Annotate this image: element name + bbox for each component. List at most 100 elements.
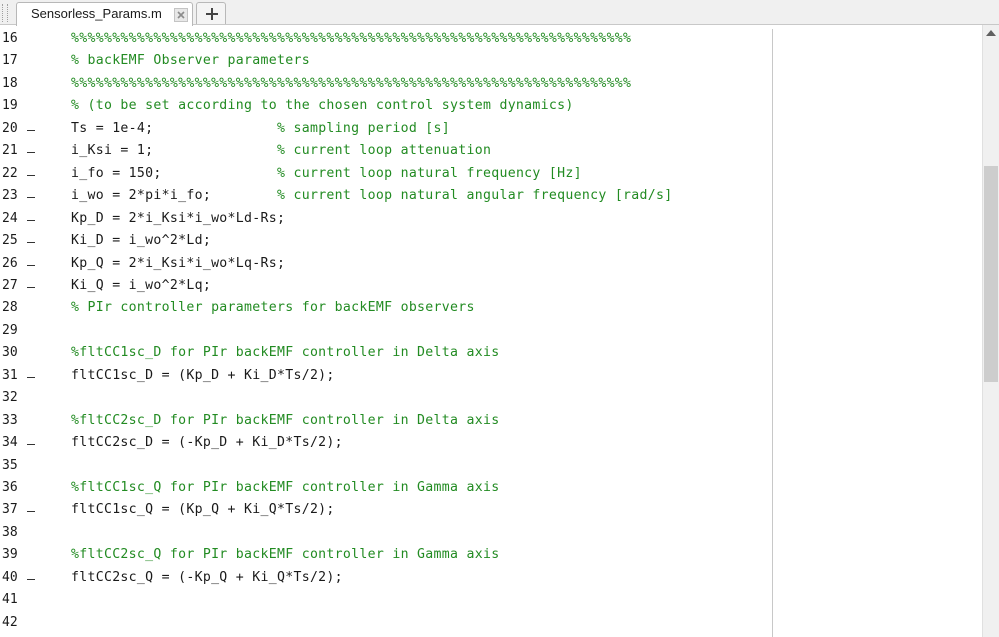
line-code[interactable]: i_fo = 150; % current loop natural frequ…	[71, 166, 582, 181]
line-number: 28	[2, 300, 18, 316]
line-code[interactable]: %%%%%%%%%%%%%%%%%%%%%%%%%%%%%%%%%%%%%%%%…	[71, 31, 631, 46]
tab-bar-grip[interactable]	[2, 4, 8, 22]
line-number: 21	[2, 143, 18, 159]
code-line[interactable]: 37 fltCC1sc_Q = (Kp_Q + Ki_Q*Ts/2);	[0, 500, 982, 522]
line-code[interactable]: % PIr controller parameters for backEMF …	[71, 300, 475, 315]
line-code[interactable]: fltCC1sc_D = (Kp_D + Ki_D*Ts/2);	[71, 368, 335, 383]
code-comment: %%%%%%%%%%%%%%%%%%%%%%%%%%%%%%%%%%%%%%%%…	[71, 75, 632, 91]
line-number: 24	[2, 210, 18, 226]
breakpoint-dash-marker[interactable]	[27, 578, 35, 580]
code-line[interactable]: 35	[0, 456, 982, 478]
line-code[interactable]: fltCC2sc_Q = (-Kp_Q + Ki_Q*Ts/2);	[71, 570, 343, 585]
line-number: 25	[2, 233, 18, 249]
line-code[interactable]: fltCC1sc_Q = (Kp_Q + Ki_Q*Ts/2);	[71, 502, 335, 517]
line-number: 41	[2, 592, 18, 608]
code-line[interactable]: 17 % backEMF Observer parameters	[0, 51, 982, 73]
line-number: 23	[2, 188, 18, 204]
tab-sensorless-params[interactable]: Sensorless_Params.m	[16, 2, 193, 26]
breakpoint-dash-marker[interactable]	[27, 444, 35, 446]
code-line[interactable]: 40 fltCC2sc_Q = (-Kp_Q + Ki_Q*Ts/2);	[0, 568, 982, 590]
line-number: 22	[2, 165, 18, 181]
breakpoint-dash-marker[interactable]	[27, 286, 35, 288]
code-line[interactable]: 18%%%%%%%%%%%%%%%%%%%%%%%%%%%%%%%%%%%%%%…	[0, 74, 982, 96]
line-number: 29	[2, 322, 18, 338]
scrollbar-thumb[interactable]	[984, 166, 998, 382]
breakpoint-dash-marker[interactable]	[27, 264, 35, 266]
line-code[interactable]: i_wo = 2*pi*i_fo; % current loop natural…	[71, 188, 673, 203]
vertical-scrollbar[interactable]	[982, 25, 999, 637]
code-line[interactable]: 30 %fltCC1sc_D for PIr backEMF controller…	[0, 343, 982, 365]
code-line[interactable]: 20 Ts = 1e-4; % sampling period [s]	[0, 119, 982, 141]
line-code[interactable]: % (to be set according to the chosen con…	[71, 98, 574, 113]
code-line[interactable]: 34 fltCC2sc_D = (-Kp_D + Ki_D*Ts/2);	[0, 433, 982, 455]
plus-icon	[206, 8, 218, 20]
code-line[interactable]: 39 %fltCC2sc_Q for PIr backEMF controller…	[0, 545, 982, 567]
line-code[interactable]: %%%%%%%%%%%%%%%%%%%%%%%%%%%%%%%%%%%%%%%%…	[71, 76, 631, 91]
code-line[interactable]: 21 i_Ksi = 1; % current loop attenuation	[0, 141, 982, 163]
code-line[interactable]: 23 i_wo = 2*pi*i_fo; % current loop natur…	[0, 186, 982, 208]
code-line[interactable]: 38	[0, 523, 982, 545]
line-number: 36	[2, 480, 18, 495]
code-statement: i_wo = 2*pi*i_fo;	[71, 188, 277, 204]
code-comment: % current loop natural frequency [Hz]	[277, 165, 582, 181]
code-statement: i_Ksi = 1;	[71, 143, 277, 159]
line-code[interactable]: %fltCC1sc_D for PIr backEMF controller i…	[71, 345, 499, 360]
breakpoint-dash-marker[interactable]	[27, 152, 35, 154]
arrow-up-icon	[986, 30, 996, 36]
line-number: 32	[2, 390, 18, 406]
line-code[interactable]: %fltCC2sc_D for PIr backEMF controller i…	[71, 413, 499, 428]
code-comment: % current loop natural angular frequency…	[277, 188, 673, 204]
code-line[interactable]: 31 fltCC1sc_D = (Kp_D + Ki_D*Ts/2);	[0, 366, 982, 388]
scroll-up-button[interactable]	[983, 25, 999, 41]
right-text-margin-line	[772, 29, 773, 637]
line-number: 33	[2, 412, 18, 428]
code-statement: fltCC1sc_D = (Kp_D + Ki_D*Ts/2);	[71, 367, 335, 383]
breakpoint-dash-marker[interactable]	[27, 511, 35, 513]
code-statement: fltCC1sc_Q = (Kp_Q + Ki_Q*Ts/2);	[71, 502, 335, 518]
code-line[interactable]: 32	[0, 388, 982, 410]
line-code[interactable]: Ki_Q = i_wo^2*Lq;	[71, 278, 211, 293]
line-number: 27	[2, 277, 18, 293]
code-line[interactable]: 28 % PIr controller parameters for backEM…	[0, 298, 982, 320]
code-comment: %fltCC2sc_Q for PIr backEMF controller i…	[71, 547, 500, 563]
breakpoint-dash-marker[interactable]	[27, 129, 35, 131]
breakpoint-dash-marker[interactable]	[27, 197, 35, 199]
line-code[interactable]: %fltCC1sc_Q for PIr backEMF controller i…	[71, 480, 499, 495]
code-line[interactable]: 19 % (to be set according to the chosen c…	[0, 96, 982, 118]
line-code[interactable]: i_Ksi = 1; % current loop attenuation	[71, 143, 491, 158]
code-comment: %fltCC2sc_D for PIr backEMF controller i…	[71, 412, 500, 428]
code-line[interactable]: 36 %fltCC1sc_Q for PIr backEMF controller…	[0, 478, 982, 500]
breakpoint-dash-marker[interactable]	[27, 242, 35, 244]
code-line[interactable]: 26 Kp_Q = 2*i_Ksi*i_wo*Lq-Rs;	[0, 254, 982, 276]
line-code[interactable]: Kp_D = 2*i_Ksi*i_wo*Ld-Rs;	[71, 211, 285, 226]
code-statement: i_fo = 150;	[71, 165, 277, 181]
code-statement: Kp_Q = 2*i_Ksi*i_wo*Lq-Rs;	[71, 255, 286, 271]
code-comment: %fltCC1sc_Q for PIr backEMF controller i…	[71, 480, 500, 495]
matlab-editor-window: Sensorless_Params.m 16%%%%%%%%%%%%%%%%%%…	[0, 0, 999, 637]
close-icon[interactable]	[174, 7, 188, 22]
code-line[interactable]: 25 Ki_D = i_wo^2*Ld;	[0, 231, 982, 253]
line-code[interactable]: %fltCC2sc_Q for PIr backEMF controller i…	[71, 547, 499, 562]
breakpoint-dash-marker[interactable]	[27, 376, 35, 378]
line-code[interactable]: Ki_D = i_wo^2*Ld;	[71, 233, 211, 248]
code-line[interactable]: 41	[0, 590, 982, 612]
code-line[interactable]: 22 i_fo = 150; % current loop natural fre…	[0, 164, 982, 186]
new-tab-button[interactable]	[196, 2, 226, 24]
code-statement: Ki_Q = i_wo^2*Lq;	[71, 277, 212, 293]
breakpoint-dash-marker[interactable]	[27, 219, 35, 221]
line-number: 37	[2, 502, 18, 518]
code-editor[interactable]: 16%%%%%%%%%%%%%%%%%%%%%%%%%%%%%%%%%%%%%%…	[0, 29, 982, 637]
breakpoint-dash-marker[interactable]	[27, 174, 35, 176]
line-number: 20	[2, 120, 18, 136]
code-line[interactable]: 33 %fltCC2sc_D for PIr backEMF controller…	[0, 411, 982, 433]
code-line[interactable]: 27 Ki_Q = i_wo^2*Lq;	[0, 276, 982, 298]
line-code[interactable]: Kp_Q = 2*i_Ksi*i_wo*Lq-Rs;	[71, 256, 285, 271]
line-code[interactable]: Ts = 1e-4; % sampling period [s]	[71, 121, 450, 136]
line-code[interactable]: % backEMF Observer parameters	[71, 53, 310, 68]
line-number: 26	[2, 255, 18, 271]
code-line[interactable]: 42	[0, 613, 982, 635]
line-code[interactable]: fltCC2sc_D = (-Kp_D + Ki_D*Ts/2);	[71, 435, 343, 450]
code-line[interactable]: 24 Kp_D = 2*i_Ksi*i_wo*Ld-Rs;	[0, 209, 982, 231]
code-line[interactable]: 29	[0, 321, 982, 343]
code-line[interactable]: 16%%%%%%%%%%%%%%%%%%%%%%%%%%%%%%%%%%%%%%…	[0, 29, 982, 51]
